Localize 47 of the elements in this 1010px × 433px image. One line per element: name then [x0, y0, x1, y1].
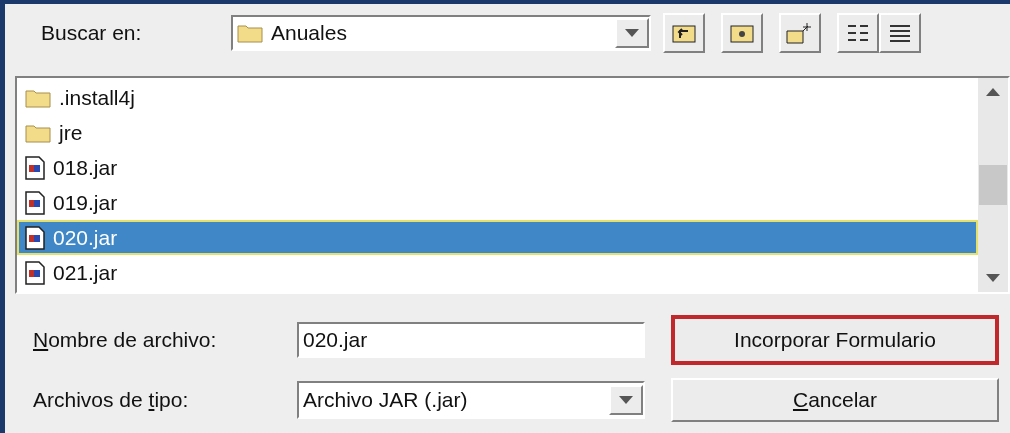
- file-item[interactable]: jre: [17, 115, 978, 150]
- cancel-button[interactable]: Cancelar: [671, 378, 999, 422]
- file-type-dropdown[interactable]: Archivo JAR (.jar): [297, 381, 645, 419]
- file-item[interactable]: 018.jar: [17, 150, 978, 185]
- look-in-dropdown[interactable]: Anuales: [231, 15, 651, 51]
- folder-icon: [25, 122, 51, 143]
- scroll-down-icon: [986, 274, 1000, 282]
- details-view-icon: [888, 23, 912, 43]
- file-name: 020.jar: [53, 224, 118, 251]
- details-view-button[interactable]: [879, 13, 921, 53]
- file-name: 019.jar: [53, 189, 118, 216]
- file-icon: [25, 225, 45, 250]
- up-folder-icon: [672, 23, 696, 43]
- up-folder-button[interactable]: [663, 13, 705, 53]
- incorporate-button[interactable]: Incorporar Formulario: [671, 315, 999, 365]
- file-name: 018.jar: [53, 154, 118, 181]
- file-type-value: Archivo JAR (.jar): [303, 387, 469, 414]
- file-icon: [25, 155, 45, 180]
- caret-icon: [619, 396, 633, 404]
- scrollbar[interactable]: [978, 78, 1008, 292]
- file-type-label: Archivos de tipo:: [33, 387, 190, 414]
- list-view-icon: [846, 23, 870, 43]
- file-icon: [25, 190, 45, 215]
- file-item[interactable]: 019.jar: [17, 185, 978, 220]
- caret-icon: [625, 29, 639, 37]
- dropdown-button[interactable]: [615, 18, 649, 48]
- file-name-value: 020.jar: [303, 327, 368, 354]
- file-name: .install4j: [59, 84, 135, 111]
- dropdown-button[interactable]: [609, 385, 643, 415]
- file-name-label: Nombre de archivo:: [33, 327, 218, 354]
- file-item[interactable]: 020.jar: [17, 220, 978, 255]
- file-name-field[interactable]: 020.jar: [297, 322, 645, 358]
- folder-icon: [237, 23, 263, 43]
- scroll-thumb[interactable]: [979, 165, 1007, 205]
- file-item[interactable]: .install4j: [17, 80, 978, 115]
- folder-icon: [25, 87, 51, 108]
- new-folder-button[interactable]: [779, 13, 821, 53]
- scroll-up-icon: [986, 88, 1000, 96]
- file-name: jre: [59, 119, 83, 146]
- list-view-button[interactable]: [837, 13, 879, 53]
- file-name: 021.jar: [53, 259, 118, 286]
- folder-icon: [730, 23, 754, 43]
- look-in-value: Anuales: [271, 20, 348, 47]
- look-in-label: Buscar en:: [41, 20, 143, 47]
- file-icon: [25, 260, 45, 285]
- file-item[interactable]: 021.jar: [17, 255, 978, 290]
- home-folder-button[interactable]: [721, 13, 763, 53]
